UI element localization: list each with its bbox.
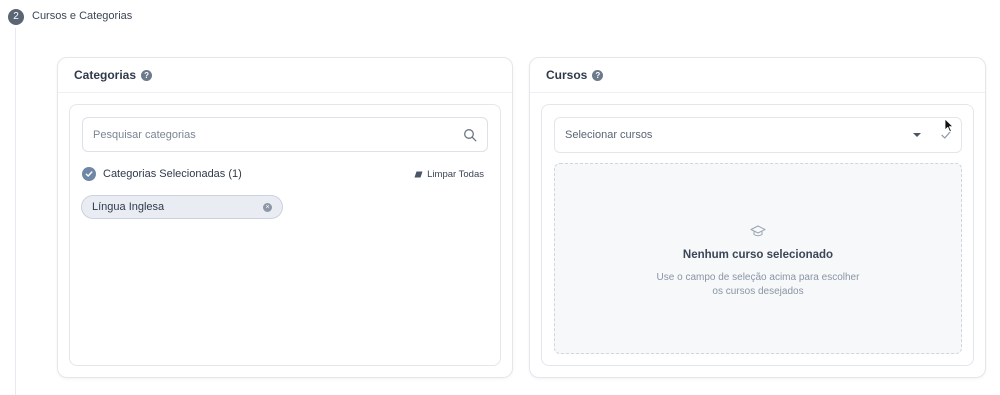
question-circle-icon[interactable]: ? (141, 69, 153, 81)
course-select-placeholder: Selecionar cursos (565, 129, 653, 141)
graduation-cap-icon (750, 225, 766, 237)
step-connector-line (15, 28, 16, 395)
empty-state-line-2: os cursos desejados (712, 286, 804, 297)
clear-all-button[interactable]: Limpar Todas (414, 169, 484, 180)
category-search-field[interactable] (82, 117, 488, 152)
remove-chip-icon[interactable]: × (263, 202, 272, 212)
search-icon[interactable] (463, 128, 477, 142)
courses-panel: Selecionar cursos Nenhum curso seleciona… (541, 104, 974, 366)
categories-card-header: Categorias ? (58, 58, 512, 93)
course-select[interactable]: Selecionar cursos (554, 117, 962, 153)
selected-categories-row: Categorias Selecionadas (1) Limpar Todas (82, 166, 484, 182)
empty-state: Nenhum curso selecionado Use o campo de … (554, 163, 962, 354)
categories-card: Categorias ? Categorias Selecionadas (1)… (57, 57, 513, 378)
courses-card: Cursos ? Selecionar cursos Nenhum curso … (529, 57, 986, 378)
step-title: Cursos e Categorias (32, 10, 133, 22)
empty-state-line-1: Use o campo de seleção acima para escolh… (656, 272, 860, 283)
courses-title: Cursos (546, 68, 588, 82)
categories-panel: Categorias Selecionadas (1) Limpar Todas… (69, 104, 501, 366)
categories-title: Categorias (74, 68, 137, 82)
step-number-badge: 2 (8, 9, 24, 25)
clear-all-label: Limpar Todas (427, 168, 484, 180)
eraser-icon (414, 171, 423, 177)
selected-categories-label: Categorias Selecionadas (1) (103, 168, 242, 180)
empty-state-description: Use o campo de seleção acima para escolh… (555, 271, 961, 299)
question-circle-icon[interactable]: ? (592, 69, 604, 81)
category-chip-label: Língua Inglesa (92, 201, 165, 213)
chevron-down-icon[interactable] (913, 133, 921, 137)
empty-state-title: Nenhum curso selecionado (682, 249, 834, 261)
category-chip: Língua Inglesa × (81, 195, 283, 219)
mouse-pointer-icon (944, 118, 954, 133)
check-circle-icon (82, 167, 96, 181)
courses-card-header: Cursos ? (530, 58, 985, 93)
category-search-input[interactable] (93, 128, 463, 141)
